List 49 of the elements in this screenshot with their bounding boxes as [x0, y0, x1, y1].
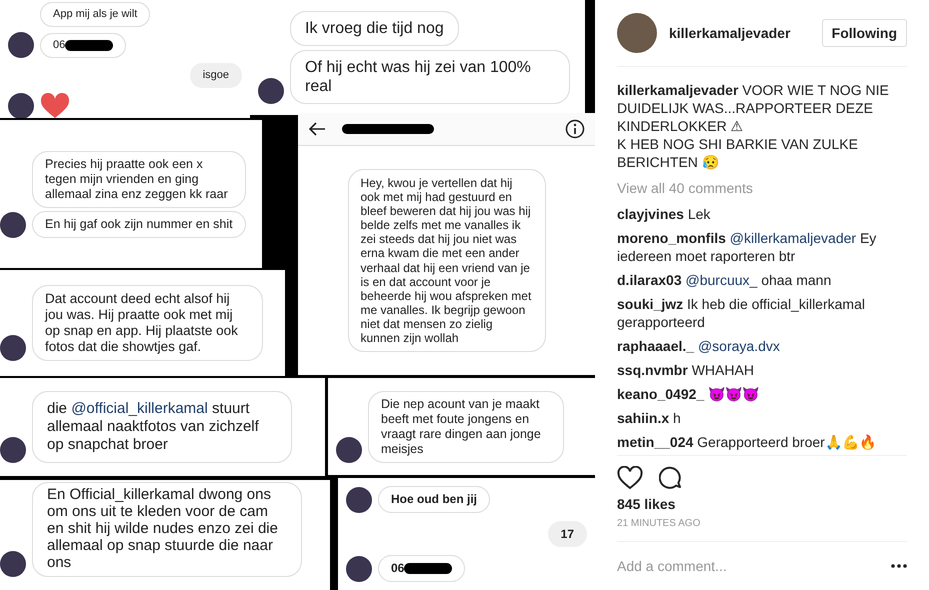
username-link[interactable]: souki_jwz	[617, 296, 684, 312]
back-arrow-icon[interactable]	[308, 122, 326, 136]
message-bubble: Precies hij praatte ook een x tegen mijn vrienden en ging allemaal zina enz zeggen kk raar	[32, 150, 246, 208]
message-bubble: Die nep acount van je maakt beeft met foute jongens en vraagt rare dingen aan jonge meisjes	[368, 390, 564, 462]
username-link[interactable]: d.ilarax03	[617, 272, 682, 288]
username-link[interactable]: killerkamaljevader	[669, 24, 790, 41]
comment-text: keano_0492_ 😈😈😈	[617, 384, 760, 403]
info-icon[interactable]	[565, 119, 585, 139]
username-link[interactable]: moreno_monfils	[617, 230, 726, 246]
profile-avatar[interactable]	[617, 12, 657, 53]
following-button[interactable]: Following	[822, 18, 907, 47]
username-link[interactable]: sahiin.x	[617, 410, 670, 426]
message-bubble: Dat account deed echt alsof hij jou was. Hij praatte ook met mij op snap en app. Hij plaatste ook fotos dat die showtjes gaf.	[32, 284, 263, 362]
caption-text: killerkamaljevader VOOR WIE T NOG NIE DUIDELIJK WAS...RAPPORTEER DEZE KINDERLOKKER ⚠ K HEB NOG SHI BARKIE VAN ZULKE BERICHTEN 😥	[617, 80, 890, 171]
heart-icon[interactable]	[617, 466, 643, 490]
mention-link[interactable]: @burcuux_	[686, 272, 758, 288]
message-bubble: 17	[548, 520, 587, 548]
post-time: 21 MINUTES AGO	[617, 518, 702, 529]
comment-text: metin__024 Gerapporteerd broer🙏💪🔥	[617, 432, 877, 451]
likes-count[interactable]: 845 likes	[617, 496, 907, 512]
username-link[interactable]: raphaaael._	[617, 338, 694, 354]
mention-link[interactable]: @official_killerkamal	[71, 400, 208, 417]
username-link[interactable]: ssq.nvmbr	[617, 362, 688, 378]
mention-link[interactable]: @soraya.dvx	[698, 338, 780, 354]
more-options-icon[interactable]	[891, 564, 907, 568]
username-link[interactable]: clayjvines	[617, 206, 684, 222]
mention-link[interactable]: @killerkamaljevader	[730, 230, 856, 246]
message-bubble: Hey, kwou je vertellen dat hij ook met mij had gestuurd en bleef beweren dat hij jou was hij belde zelfs met me vanalles ik zei steeds dat hij jou niet was erna kwam die met een ander verhaal dat hij een vriend van je is en dat account voor je beheerde hij wou afspreken met me vanalles. Ik begrijp gewoon niet dat mensen zo zielig kunnen zijn wollah	[348, 169, 546, 352]
message-bubble: 06	[40, 33, 126, 58]
message-bubble: 06	[378, 555, 466, 582]
message-bubble: En Official_killerkamal dwong ons om ons uit te kleden voor de cam en shit hij wilde nudes enzo zei die allemaal op snap stuurde die naar ons	[32, 482, 302, 577]
message-bubble: die @official_killerkamal stuurt allemaal naaktfotos van zichzelf op snapchat broer	[32, 391, 292, 463]
comment-text: moreno_monfils @killerkamaljevader Ey iedereen moet raporteren btr	[617, 228, 878, 265]
message-bubble: Hoe oud ben jij	[378, 486, 490, 513]
comment-text: sahiin.x h	[617, 408, 682, 427]
comment-text: ssq.nvmbr WHAHAH	[617, 360, 755, 379]
comment-icon[interactable]	[659, 466, 683, 490]
message-bubble: Of hij echt was hij zei van 100% real	[290, 50, 570, 104]
username-link[interactable]: keano_0492_	[617, 386, 704, 402]
message-bubble: Ik vroeg die tijd nog	[290, 10, 459, 46]
username-link[interactable]: metin__024	[617, 434, 694, 450]
message-bubble: isgoe	[190, 63, 242, 88]
comment-text: d.ilarax03 @burcuux_ ohaa mann	[617, 270, 832, 289]
comment-text: souki_jwz Ik heb die official_killerkamal gerapporteerd	[617, 294, 866, 331]
heart-icon	[40, 93, 70, 118]
message-bubble: En hij gaf ook zijn nummer en shit	[32, 210, 246, 238]
message-bubble: App mij als je wilt	[40, 2, 150, 28]
comment-text: clayjvines Lek	[617, 204, 712, 223]
username-link[interactable]: killerkamaljevader	[617, 82, 738, 98]
